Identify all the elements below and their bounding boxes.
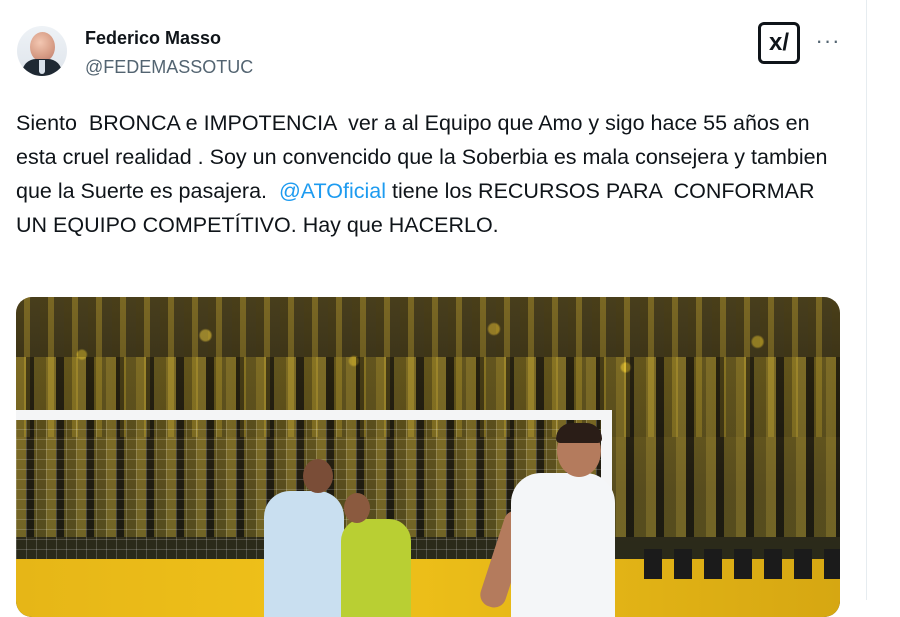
x-grok-logo-icon[interactable]: x/ [758,22,800,64]
tweet-card[interactable]: Federico Masso @FEDEMASSOTUC x/ ··· Sien… [0,0,866,617]
tweet-photo[interactable] [16,297,840,617]
mention-link[interactable]: @ATOficial [279,179,386,203]
more-dots-icon[interactable]: ··· [815,28,841,54]
grok-logo-text: x/ [768,29,789,56]
player-1-head [303,459,333,493]
crowd-flags [644,549,840,579]
player-2-hair [556,423,602,443]
goal-crossbar [16,410,612,420]
author-avatar[interactable] [17,26,67,76]
player-1 [264,491,344,617]
tweet-text: Siento BRONCA e IMPOTENCIA ver a al Equi… [16,106,846,242]
player-2 [511,473,615,617]
avatar-head [30,32,55,62]
author-display-name[interactable]: Federico Masso [85,27,221,49]
goalkeeper-head [344,493,370,523]
avatar-shirt [39,60,45,74]
goalkeeper [341,519,411,617]
column-divider [866,0,867,600]
author-handle[interactable]: @FEDEMASSOTUC [85,56,253,78]
